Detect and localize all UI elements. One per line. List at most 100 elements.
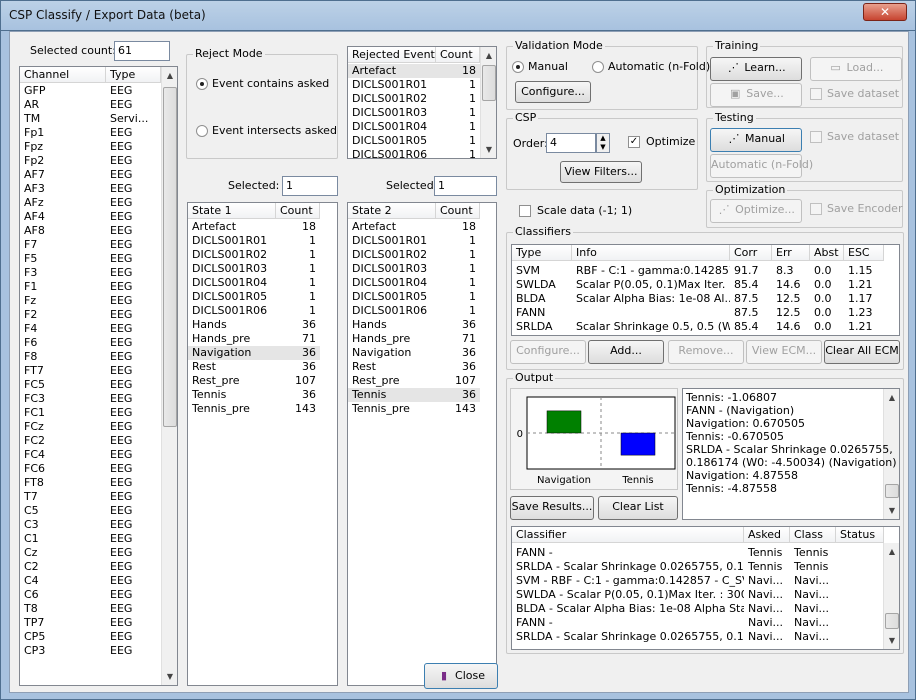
- state2-list[interactable]: State 2 Count Artefact 18 DICLS001R01 1 DICL…: [347, 202, 497, 686]
- close-button[interactable]: ▮ Close: [424, 663, 498, 689]
- rejected-list-scrollbar[interactable]: ▲ ▼: [480, 47, 496, 158]
- channel-row[interactable]: T7 EEG: [20, 490, 161, 504]
- rejected-event-row[interactable]: DICLS001R03 1: [348, 106, 480, 120]
- state2-row[interactable]: Rest 36: [348, 360, 480, 374]
- state2-row[interactable]: Artefact 18: [348, 220, 480, 234]
- classifier-row[interactable]: FANN 87.5 12.5 0.0 1.23: [512, 306, 884, 320]
- result-row[interactable]: SVM - RBF - C:1 - gamma:0.142857 - C_SVC…: [512, 574, 884, 588]
- state1-row[interactable]: Artefact 18: [188, 220, 320, 234]
- testing-save-dataset-checkbox[interactable]: [810, 131, 822, 143]
- channel-row[interactable]: AFz EEG: [20, 196, 161, 210]
- state2-row[interactable]: DICLS001R03 1: [348, 262, 480, 276]
- view-filters-button[interactable]: View Filters...: [560, 161, 642, 183]
- classifier-column-header[interactable]: Info: [572, 245, 730, 261]
- result-column-header[interactable]: Class: [790, 527, 836, 543]
- classifier-column-header[interactable]: Err: [772, 245, 810, 261]
- channel-row[interactable]: FT8 EEG: [20, 476, 161, 490]
- scroll-thumb[interactable]: [885, 613, 899, 629]
- channel-row[interactable]: F2 EEG: [20, 308, 161, 322]
- channel-row[interactable]: AF3 EEG: [20, 182, 161, 196]
- classifier-column-header[interactable]: Type: [512, 245, 572, 261]
- channel-row[interactable]: FCz EEG: [20, 420, 161, 434]
- channel-row[interactable]: FC4 EEG: [20, 448, 161, 462]
- state2-selected-field[interactable]: 1: [434, 176, 497, 196]
- state2-row[interactable]: Hands_pre 71: [348, 332, 480, 346]
- result-column-header[interactable]: Asked: [744, 527, 790, 543]
- optimize-button[interactable]: ⋰ Optimize...: [710, 199, 802, 223]
- validation-manual-radio[interactable]: [512, 61, 524, 73]
- classifier-remove-button[interactable]: Remove...: [668, 340, 744, 364]
- state2-row[interactable]: Hands 36: [348, 318, 480, 332]
- state1-row[interactable]: DICLS001R05 1: [188, 290, 320, 304]
- csp-order-spinner[interactable]: ▲ ▼: [596, 133, 610, 153]
- clear-all-ecm-button[interactable]: Clear All ECM: [824, 340, 900, 364]
- channel-row[interactable]: FC6 EEG: [20, 462, 161, 476]
- result-column-header[interactable]: Classifier: [512, 527, 744, 543]
- rejected-event-row[interactable]: DICLS001R01 1: [348, 78, 480, 92]
- scroll-down-icon[interactable]: ▼: [162, 668, 177, 685]
- selected-count-field[interactable]: 61: [114, 41, 170, 61]
- classifier-row[interactable]: SVM RBF - C:1 - gamma:0.142857... 91.7 8.3 0…: [512, 264, 884, 278]
- classifier-list[interactable]: Type Info Corr Err Abst ESC SVM RBF - C:1 - gam…: [511, 244, 900, 336]
- result-row[interactable]: SRLDA - Scalar Shrinkage 0.0265755, 0.18…: [512, 630, 884, 644]
- channel-row[interactable]: FC3 EEG: [20, 392, 161, 406]
- state1-row[interactable]: DICLS001R04 1: [188, 276, 320, 290]
- classifier-row[interactable]: SRLDA Scalar Shrinkage 0.5, 0.5 (W... 85.4…: [512, 320, 884, 334]
- channel-row[interactable]: AR EEG: [20, 98, 161, 112]
- state2-header[interactable]: State 2: [348, 203, 436, 219]
- classifier-column-header[interactable]: Abst: [810, 245, 844, 261]
- state2-row[interactable]: DICLS001R05 1: [348, 290, 480, 304]
- state1-row[interactable]: DICLS001R02 1: [188, 248, 320, 262]
- channel-row[interactable]: C4 EEG: [20, 574, 161, 588]
- channel-row[interactable]: Fp2 EEG: [20, 154, 161, 168]
- event-contains-radio[interactable]: [196, 78, 208, 90]
- scroll-down-icon[interactable]: ▼: [481, 141, 496, 158]
- channel-row[interactable]: FT7 EEG: [20, 364, 161, 378]
- rejected-event-list[interactable]: Rejected Event Count ▲ ▼ Artefact 18 DICLS…: [347, 46, 497, 159]
- rejected-event-row[interactable]: DICLS001R02 1: [348, 92, 480, 106]
- scale-data-checkbox[interactable]: [519, 205, 531, 217]
- scroll-thumb[interactable]: [885, 484, 899, 498]
- rejected-count-header[interactable]: Count: [436, 47, 480, 63]
- channel-row[interactable]: AF8 EEG: [20, 224, 161, 238]
- rejected-event-row[interactable]: Artefact 18: [348, 64, 480, 78]
- scroll-thumb[interactable]: [163, 87, 177, 427]
- channel-list[interactable]: Channel Type ▲ ▼ GFP EEG AR EEG TM Servi... Fp…: [19, 66, 178, 686]
- state1-row[interactable]: Rest_pre 107: [188, 374, 320, 388]
- state1-row[interactable]: Tennis 36: [188, 388, 320, 402]
- rejected-event-header[interactable]: Rejected Event: [348, 47, 436, 63]
- classifier-column-header[interactable]: ESC: [844, 245, 884, 261]
- channel-row[interactable]: C1 EEG: [20, 532, 161, 546]
- channel-row[interactable]: FC1 EEG: [20, 406, 161, 420]
- channel-row[interactable]: C5 EEG: [20, 504, 161, 518]
- classifier-row[interactable]: BLDA Scalar Alpha Bias: 1e-08 Al... 87.5 12…: [512, 292, 884, 306]
- scroll-up-icon[interactable]: ▲: [884, 389, 899, 406]
- channel-row[interactable]: AF4 EEG: [20, 210, 161, 224]
- classifier-row[interactable]: SWLDA Scalar P(0.05, 0.1)Max Iter. ... 85.…: [512, 278, 884, 292]
- scroll-up-icon[interactable]: ▲: [884, 543, 899, 560]
- learn-button[interactable]: ⋰ Learn...: [710, 57, 802, 81]
- channel-row[interactable]: Cz EEG: [20, 546, 161, 560]
- state1-selected-field[interactable]: 1: [282, 176, 338, 196]
- rejected-event-row[interactable]: DICLS001R05 1: [348, 134, 480, 148]
- scroll-up-icon[interactable]: ▲: [481, 47, 496, 64]
- channel-row[interactable]: T8 EEG: [20, 602, 161, 616]
- training-save-dataset-checkbox[interactable]: [810, 88, 822, 100]
- state1-row[interactable]: Navigation 36: [188, 346, 320, 360]
- clear-list-button[interactable]: Clear List: [598, 496, 678, 520]
- channel-row[interactable]: Fpz EEG: [20, 140, 161, 154]
- csp-optimize-checkbox[interactable]: ✓: [628, 136, 640, 148]
- result-column-header[interactable]: Status: [836, 527, 884, 543]
- result-row[interactable]: FANN - Tennis Tennis: [512, 546, 884, 560]
- classifier-add-button[interactable]: Add...: [588, 340, 664, 364]
- channel-row[interactable]: CP3 EEG: [20, 644, 161, 658]
- state2-row[interactable]: DICLS001R06 1: [348, 304, 480, 318]
- scroll-down-icon[interactable]: ▼: [884, 502, 899, 519]
- channel-list-scrollbar[interactable]: ▲ ▼: [161, 67, 177, 685]
- state1-count-header[interactable]: Count: [276, 203, 320, 219]
- channel-row[interactable]: FC2 EEG: [20, 434, 161, 448]
- state2-row[interactable]: DICLS001R02 1: [348, 248, 480, 262]
- result-row[interactable]: BLDA - Scalar Alpha Bias: 1e-08 Alpha St…: [512, 602, 884, 616]
- scroll-down-icon[interactable]: ▼: [884, 632, 899, 649]
- result-row[interactable]: SRLDA - Scalar Shrinkage 0.0265755, 0.18…: [512, 560, 884, 574]
